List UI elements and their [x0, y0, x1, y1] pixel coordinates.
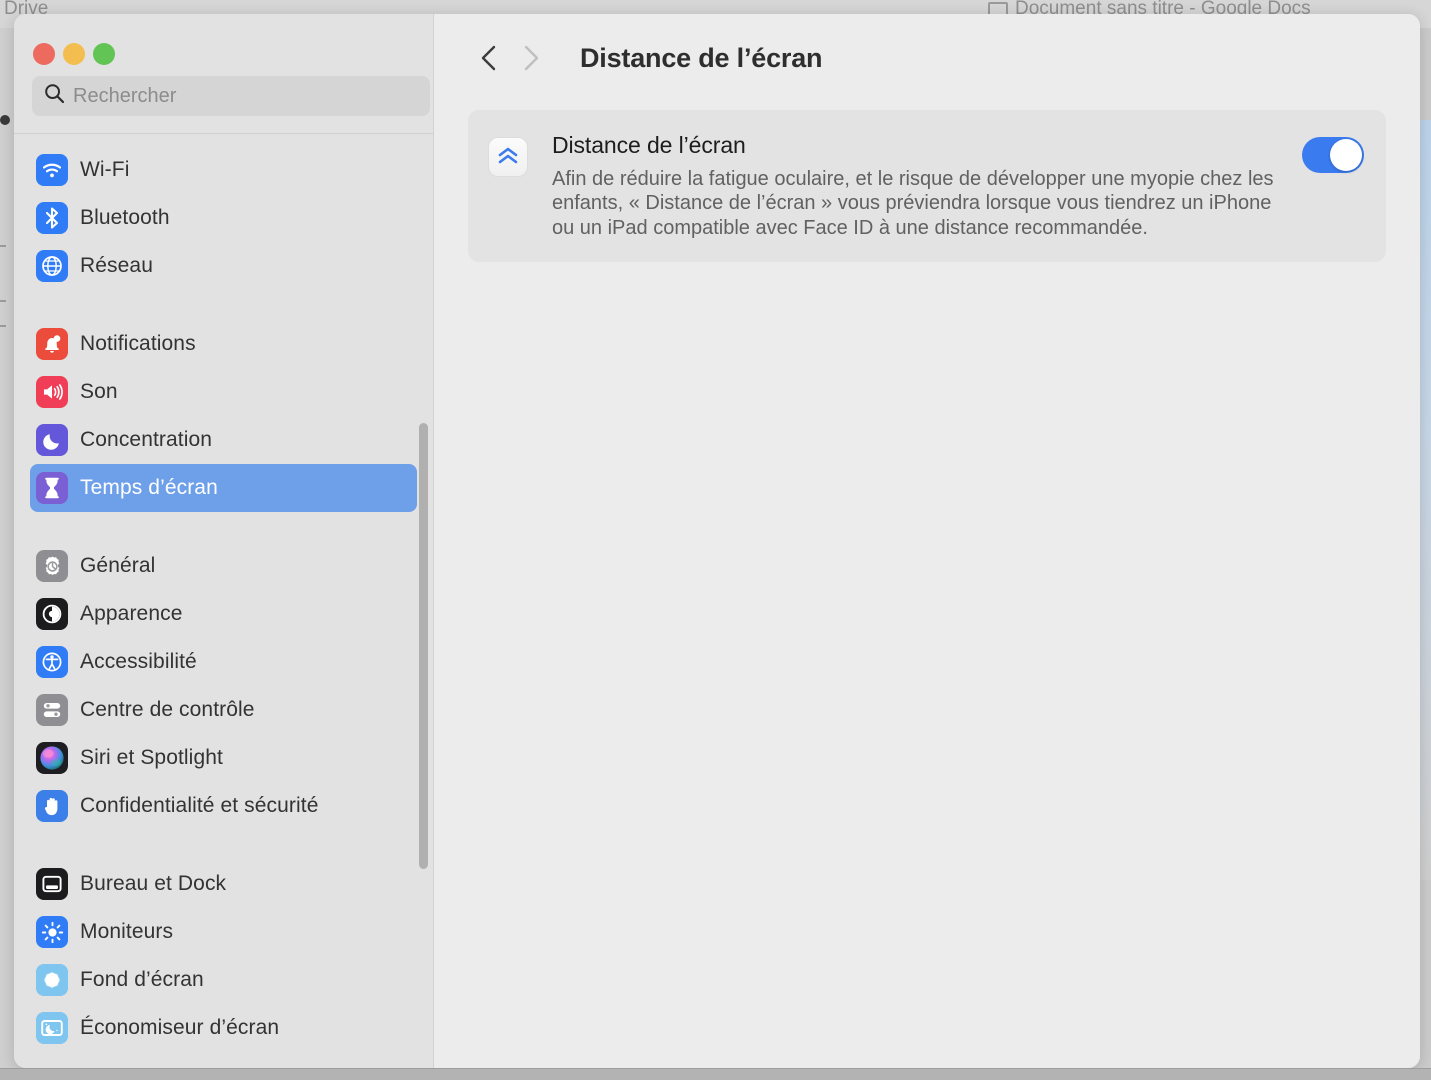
sidebar-item-centre-de-controle[interactable]: Centre de contrôle [30, 686, 417, 734]
sidebar-item-label: Siri et Spotlight [80, 746, 223, 769]
forward-button[interactable] [510, 37, 552, 79]
content-pane: Distance de l’écran Distance de l’écran … [434, 14, 1420, 1068]
card-body: Distance de l’écran Afin de réduire la f… [552, 132, 1302, 240]
zoom-window-button[interactable] [93, 43, 115, 65]
sidebar: Wi-Fi Bluetooth Réseau Notifications Son… [14, 14, 434, 1068]
sidebar-item-concentration[interactable]: Concentration [30, 416, 417, 464]
sidebar-item-label: Moniteurs [80, 920, 174, 943]
hand-icon [36, 790, 68, 822]
minimize-window-button[interactable] [63, 43, 85, 65]
sidebar-item-label: Accessibilité [80, 650, 197, 673]
sidebar-item-son[interactable]: Son [30, 368, 417, 416]
wallpaper-icon [36, 964, 68, 996]
sidebar-item-label: Fond d’écran [80, 968, 204, 991]
window-traffic-lights [14, 14, 433, 76]
sidebar-item-label: Général [80, 554, 156, 577]
sidebar-item-fond-d-ecran[interactable]: Fond d’écran [30, 956, 417, 1004]
screen-distance-card: Distance de l’écran Afin de réduire la f… [468, 110, 1386, 263]
background-dot [0, 115, 10, 125]
close-window-button[interactable] [33, 43, 55, 65]
sidebar-item-label: Temps d’écran [80, 476, 218, 499]
sidebar-item-label: Économiseur d’écran [80, 1016, 280, 1039]
brightness-icon [36, 916, 68, 948]
distance-chevrons-icon [488, 137, 528, 177]
sidebar-item-notifications[interactable]: Notifications [30, 320, 417, 368]
sidebar-item-label: Bluetooth [80, 206, 170, 229]
sidebar-item-label: Concentration [80, 428, 213, 451]
card-title: Distance de l’écran [552, 132, 746, 158]
search-box[interactable] [32, 76, 430, 116]
sidebar-item-label: Bureau et Dock [80, 872, 227, 895]
appearance-icon [36, 598, 68, 630]
sidebar-item-moniteurs[interactable]: Moniteurs [30, 908, 417, 956]
content-header: Distance de l’écran [434, 14, 1420, 102]
sidebar-item-general[interactable]: Général [30, 542, 417, 590]
sidebar-item-label: Son [80, 380, 118, 403]
search-input[interactable] [73, 84, 418, 108]
sidebar-item-apparence[interactable]: Apparence [30, 590, 417, 638]
speaker-icon [36, 376, 68, 408]
page-title: Distance de l’écran [580, 42, 823, 73]
moon-icon [36, 424, 68, 456]
search-icon [44, 83, 73, 109]
sidebar-item-accessibilite[interactable]: Accessibilité [30, 638, 417, 686]
gear-icon [36, 550, 68, 582]
sidebar-item-label: Centre de contrôle [80, 698, 255, 721]
sidebar-item-list: Wi-Fi Bluetooth Réseau Notifications Son… [14, 146, 433, 1052]
desktop-bottom-bar [0, 1068, 1431, 1080]
toggle-knob [1330, 139, 1362, 171]
sidebar-group: Général Apparence Accessibilité Centre d… [14, 542, 433, 830]
sidebar-item-label: Notifications [80, 332, 196, 355]
sidebar-group: Wi-Fi Bluetooth Réseau [14, 146, 433, 290]
sidebar-item-bluetooth[interactable]: Bluetooth [30, 194, 417, 242]
screensaver-icon [36, 1012, 68, 1044]
background-tick [0, 325, 6, 327]
siri-icon [36, 742, 68, 774]
globe-icon [36, 250, 68, 282]
sidebar-group: Notifications Son Concentration Temps d’… [14, 320, 433, 512]
sidebar-scroll-area: Wi-Fi Bluetooth Réseau Notifications Son… [14, 134, 433, 1068]
accessibility-icon [36, 646, 68, 678]
screen-distance-toggle[interactable] [1302, 137, 1364, 173]
sidebar-item-wi-fi[interactable]: Wi-Fi [30, 146, 417, 194]
sidebar-item-bureau-et-dock[interactable]: Bureau et Dock [30, 860, 417, 908]
bluetooth-icon [36, 202, 68, 234]
sidebar-item-label: Apparence [80, 602, 183, 625]
bell-icon [36, 328, 68, 360]
sidebar-item-economiseur-d-ecran[interactable]: Économiseur d’écran [30, 1004, 417, 1052]
control-center-icon [36, 694, 68, 726]
sidebar-scrollbar[interactable] [419, 423, 428, 869]
sidebar-item-reseau[interactable]: Réseau [30, 242, 417, 290]
card-description: Afin de réduire la fatigue oculaire, et … [552, 168, 1274, 239]
sidebar-item-siri-et-spotlight[interactable]: Siri et Spotlight [30, 734, 417, 782]
sidebar-item-label: Wi-Fi [80, 158, 130, 181]
system-settings-window: Wi-Fi Bluetooth Réseau Notifications Son… [14, 14, 1420, 1068]
sidebar-group: Bureau et Dock Moniteurs Fond d’écran Éco… [14, 860, 433, 1052]
search-container [14, 76, 433, 116]
sidebar-item-confidentialite-et-securite[interactable]: Confidentialité et sécurité [30, 782, 417, 830]
hourglass-icon [36, 472, 68, 504]
back-button[interactable] [468, 37, 510, 79]
sidebar-item-label: Confidentialité et sécurité [80, 794, 319, 817]
desktop-dock-icon [36, 868, 68, 900]
sidebar-item-label: Réseau [80, 254, 153, 277]
wifi-icon [36, 154, 68, 186]
sidebar-item-temps-d-ecran[interactable]: Temps d’écran [30, 464, 417, 512]
background-tick [0, 245, 6, 247]
background-tick [0, 300, 6, 302]
